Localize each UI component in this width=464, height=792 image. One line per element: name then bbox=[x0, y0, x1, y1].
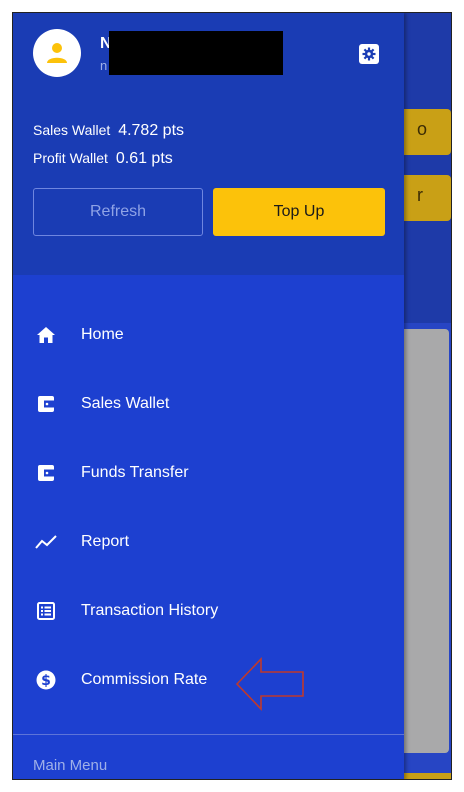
background-button-text: r bbox=[417, 185, 423, 205]
menu-item-label: Funds Transfer bbox=[81, 464, 189, 481]
list-icon bbox=[35, 600, 57, 622]
menu-item-sales-wallet[interactable]: Sales Wallet bbox=[13, 384, 404, 424]
navigation-drawer: N n Sales Wallet 4.782 pts Profit Wallet… bbox=[13, 13, 404, 779]
menu-item-label: Home bbox=[81, 326, 124, 343]
avatar[interactable] bbox=[33, 29, 81, 77]
annotation-arrow-icon bbox=[235, 657, 304, 711]
background-button: r bbox=[397, 175, 451, 221]
background-card bbox=[397, 329, 449, 753]
background-button: o bbox=[397, 109, 451, 155]
dollar-circle-icon: $ bbox=[35, 669, 57, 691]
menu-item-label: Transaction History bbox=[81, 602, 219, 619]
menu-item-commission-rate[interactable]: $ Commission Rate bbox=[13, 660, 404, 700]
menu-item-transaction-history[interactable]: Transaction History bbox=[13, 591, 404, 631]
menu-item-label: Commission Rate bbox=[81, 671, 208, 688]
background-bottom-bar bbox=[397, 773, 451, 779]
main-menu-label: Main Menu bbox=[33, 757, 108, 774]
background-button-text: o bbox=[417, 119, 428, 139]
menu-item-report[interactable]: Report bbox=[13, 522, 404, 562]
settings-button[interactable] bbox=[359, 44, 379, 64]
profit-wallet-balance: Profit Wallet 0.61 pts bbox=[33, 150, 173, 168]
wallet-icon bbox=[35, 393, 57, 415]
menu-divider bbox=[13, 734, 404, 735]
home-icon bbox=[35, 324, 57, 346]
sales-wallet-balance: Sales Wallet 4.782 pts bbox=[33, 122, 184, 140]
sales-wallet-value: 4.782 pts bbox=[118, 122, 185, 139]
refresh-button[interactable]: Refresh bbox=[33, 188, 203, 236]
wallet-icon bbox=[35, 462, 57, 484]
menu-item-funds-transfer[interactable]: Funds Transfer bbox=[13, 453, 404, 493]
trending-icon bbox=[35, 531, 57, 553]
top-up-button[interactable]: Top Up bbox=[213, 188, 385, 236]
menu-item-home[interactable]: Home bbox=[13, 315, 404, 355]
user-subtitle: n bbox=[100, 58, 108, 73]
profit-wallet-value: 0.61 pts bbox=[115, 150, 173, 167]
drawer-header: N n Sales Wallet 4.782 pts Profit Wallet… bbox=[13, 13, 404, 275]
menu-item-label: Sales Wallet bbox=[81, 395, 170, 412]
user-icon bbox=[47, 43, 67, 63]
sales-wallet-label: Sales Wallet bbox=[33, 122, 111, 138]
gear-icon bbox=[362, 47, 376, 61]
app-frame: o r N n Sales Wallet 4.782 pts Profit Wa… bbox=[12, 12, 452, 780]
svg-text:$: $ bbox=[41, 673, 51, 689]
redacted-user-info bbox=[109, 31, 283, 75]
menu-item-label: Report bbox=[81, 533, 130, 550]
profit-wallet-label: Profit Wallet bbox=[33, 150, 108, 166]
